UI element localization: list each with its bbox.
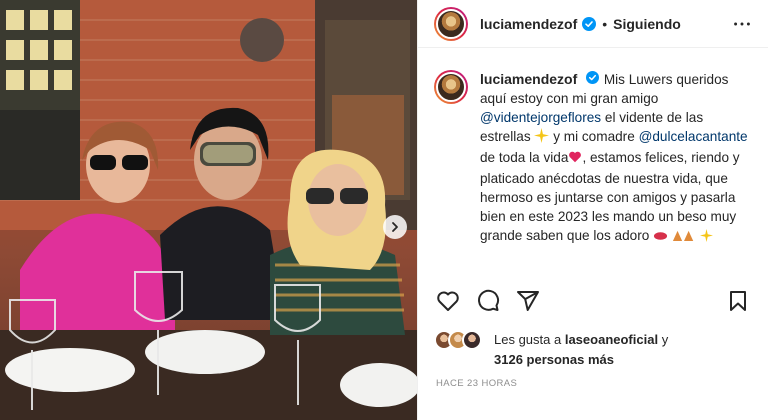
following-button[interactable]: Siguiendo — [613, 16, 681, 32]
likes-count-link[interactable]: 3126 personas más — [494, 352, 614, 367]
likes-summary: Les gusta a laseoaneoficial y 3126 perso… — [434, 330, 668, 370]
sparkles-emoji-icon — [534, 128, 550, 148]
mention-link[interactable]: @videntejorgeflores — [480, 110, 601, 125]
likes-prefix: Les gusta a — [494, 332, 562, 347]
caption-avatar[interactable] — [434, 70, 468, 104]
username-link[interactable]: luciamendezof — [480, 16, 577, 32]
likes-connector: y — [661, 332, 669, 347]
photo-illustration — [0, 0, 417, 420]
verified-badge-icon — [582, 16, 597, 31]
liked-by-link[interactable]: laseoaneoficial — [565, 332, 658, 347]
post-header: luciamendezof • Siguiendo — [418, 0, 768, 48]
heart-icon — [437, 291, 459, 311]
bookmark-icon — [730, 291, 746, 311]
hands-emoji-icon — [672, 228, 696, 247]
share-icon — [517, 291, 539, 311]
like-button[interactable] — [434, 287, 462, 315]
separator-dot: • — [602, 15, 608, 32]
sparkles-emoji-icon — [699, 228, 713, 247]
verified-badge-icon — [586, 71, 600, 85]
post-side-panel: luciamendezof • Siguiendo luciamendezof — [417, 0, 768, 420]
carousel-next-button[interactable] — [383, 215, 407, 239]
comment-icon — [478, 289, 500, 311]
caption-segment: de toda la vida — [480, 150, 569, 165]
more-options-button[interactable] — [730, 12, 754, 36]
post-actions-bar — [434, 286, 752, 316]
avatar[interactable] — [434, 6, 468, 41]
kiss-mark-emoji-icon — [653, 228, 668, 247]
instagram-post: luciamendezof • Siguiendo luciamendezof — [0, 0, 768, 420]
likes-text: Les gusta a laseoaneoficial y 3126 perso… — [494, 330, 668, 370]
post-caption: luciamendezof Mis Luwers queridos aquí e… — [418, 48, 768, 270]
caption-segment: y mi comadre — [553, 129, 635, 144]
liker-avatars[interactable] — [434, 330, 490, 350]
save-button[interactable] — [724, 287, 752, 315]
caption-text: luciamendezof Mis Luwers queridos aquí e… — [480, 70, 750, 270]
post-timestamp[interactable]: Hace 23 horas — [436, 378, 517, 389]
caption-username-link[interactable]: luciamendezof — [480, 71, 577, 87]
avatar — [462, 330, 482, 350]
red-heart-emoji-icon — [568, 150, 582, 169]
more-options-icon — [734, 22, 750, 25]
share-button[interactable] — [514, 287, 542, 315]
mention-link[interactable]: @dulcelacantante — [639, 129, 748, 144]
post-photo[interactable] — [0, 0, 417, 420]
comment-button[interactable] — [474, 287, 502, 315]
chevron-right-icon — [392, 222, 398, 232]
